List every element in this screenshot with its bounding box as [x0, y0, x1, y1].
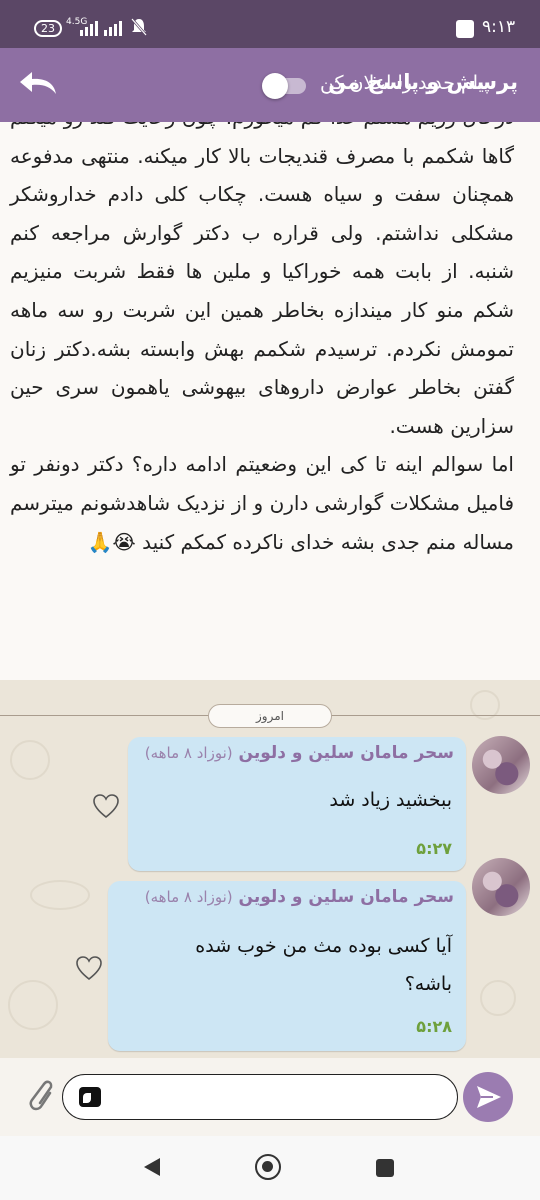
- nav-back-icon[interactable]: [142, 1156, 162, 1178]
- back-arrow-icon[interactable]: [18, 70, 60, 100]
- system-nav-bar: [0, 1136, 540, 1200]
- notify-toggle[interactable]: [262, 73, 306, 99]
- question-text: درحال رژیم هستم غذا کم میخورم. چون رعایت…: [10, 122, 514, 561]
- message-text: ببخشید زیاد شد: [329, 789, 452, 811]
- emoji-icon[interactable]: [79, 1087, 101, 1107]
- sender-name: سحر مامان سلین و دلوین: [238, 743, 454, 763]
- question-paragraph: درحال رژیم هستم غذا کم میخورم. چون رعایت…: [10, 122, 514, 438]
- heart-icon[interactable]: [91, 792, 121, 820]
- date-divider: امروز: [208, 704, 332, 728]
- message-input[interactable]: [62, 1074, 458, 1120]
- message-time: ۵:۲۷: [416, 839, 452, 858]
- page-title: پرسش و پاسخ من: [328, 70, 518, 94]
- notification-icon: [456, 20, 474, 38]
- message-time: ۵:۲۸: [416, 1017, 452, 1036]
- nav-home-icon[interactable]: [255, 1154, 281, 1180]
- message-text: آیا کسی بوده مث من خوب شده باشه؟: [195, 935, 452, 995]
- attach-icon[interactable]: [24, 1076, 54, 1116]
- avatar[interactable]: [472, 736, 530, 794]
- question-paragraph: اما سوالم اینه تا کی این وضعیتم ادامه دا…: [10, 452, 514, 554]
- avatar[interactable]: [472, 858, 530, 916]
- heart-icon[interactable]: [74, 954, 104, 982]
- background-doodle: [8, 980, 58, 1030]
- background-doodle: [30, 880, 90, 910]
- message-sender[interactable]: سحر مامان سلین و دلوین (نوزاد ۸ ماهه): [145, 743, 454, 763]
- nav-recents-icon[interactable]: [376, 1159, 394, 1177]
- status-bar: 23 4.5G ۹:۱۳: [0, 0, 540, 48]
- toggle-knob: [262, 73, 288, 99]
- status-time: ۹:۱۳: [482, 17, 516, 37]
- signal-icon: [80, 21, 122, 36]
- message-bubble[interactable]: سحر مامان سلین و دلوین (نوزاد ۸ ماهه) آی…: [108, 881, 466, 1051]
- battery-indicator: 23: [34, 20, 62, 37]
- message-composer: [0, 1058, 540, 1136]
- sender-subtitle: (نوزاد ۸ ماهه): [144, 888, 233, 906]
- chat-area[interactable]: امروز سحر مامان سلین و دلوین (نوزاد ۸ ما…: [0, 680, 540, 1058]
- send-button[interactable]: [463, 1072, 513, 1122]
- mute-icon: [131, 18, 147, 36]
- sender-subtitle: (نوزاد ۸ ماهه): [144, 744, 233, 762]
- send-icon: [477, 1086, 501, 1108]
- background-doodle: [480, 980, 516, 1016]
- message-bubble[interactable]: سحر مامان سلین و دلوین (نوزاد ۸ ماهه) بب…: [128, 737, 466, 871]
- background-doodle: [10, 740, 50, 780]
- app-header: پیام جدید را اعلان کن پرسش و پاسخ من: [0, 48, 540, 122]
- message-sender[interactable]: سحر مامان سلین و دلوین (نوزاد ۸ ماهه): [145, 887, 454, 907]
- sender-name: سحر مامان سلین و دلوین: [238, 887, 454, 907]
- question-post: درحال رژیم هستم غذا کم میخورم. چون رعایت…: [0, 122, 540, 680]
